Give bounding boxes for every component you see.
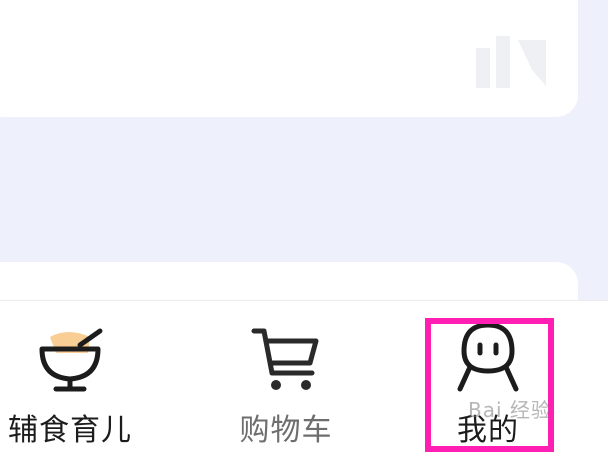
tab-label: 辅食育儿 — [8, 413, 132, 448]
tab-food-parenting[interactable]: 辅食育儿 — [0, 301, 150, 452]
shopping-cart-icon — [251, 328, 319, 390]
app-screen: 辅食育儿 购物车 我的 Bai 经验 — [0, 0, 608, 452]
tab-shopping-cart[interactable]: 购物车 — [206, 301, 366, 452]
watermark-text: Bai 经验 — [468, 398, 552, 422]
content-card-top — [0, 0, 578, 117]
bowl-icon — [39, 328, 103, 392]
highlight-annotation-box — [425, 318, 554, 452]
tab-label: 购物车 — [239, 413, 333, 448]
faint-illustration-icon — [476, 36, 546, 88]
